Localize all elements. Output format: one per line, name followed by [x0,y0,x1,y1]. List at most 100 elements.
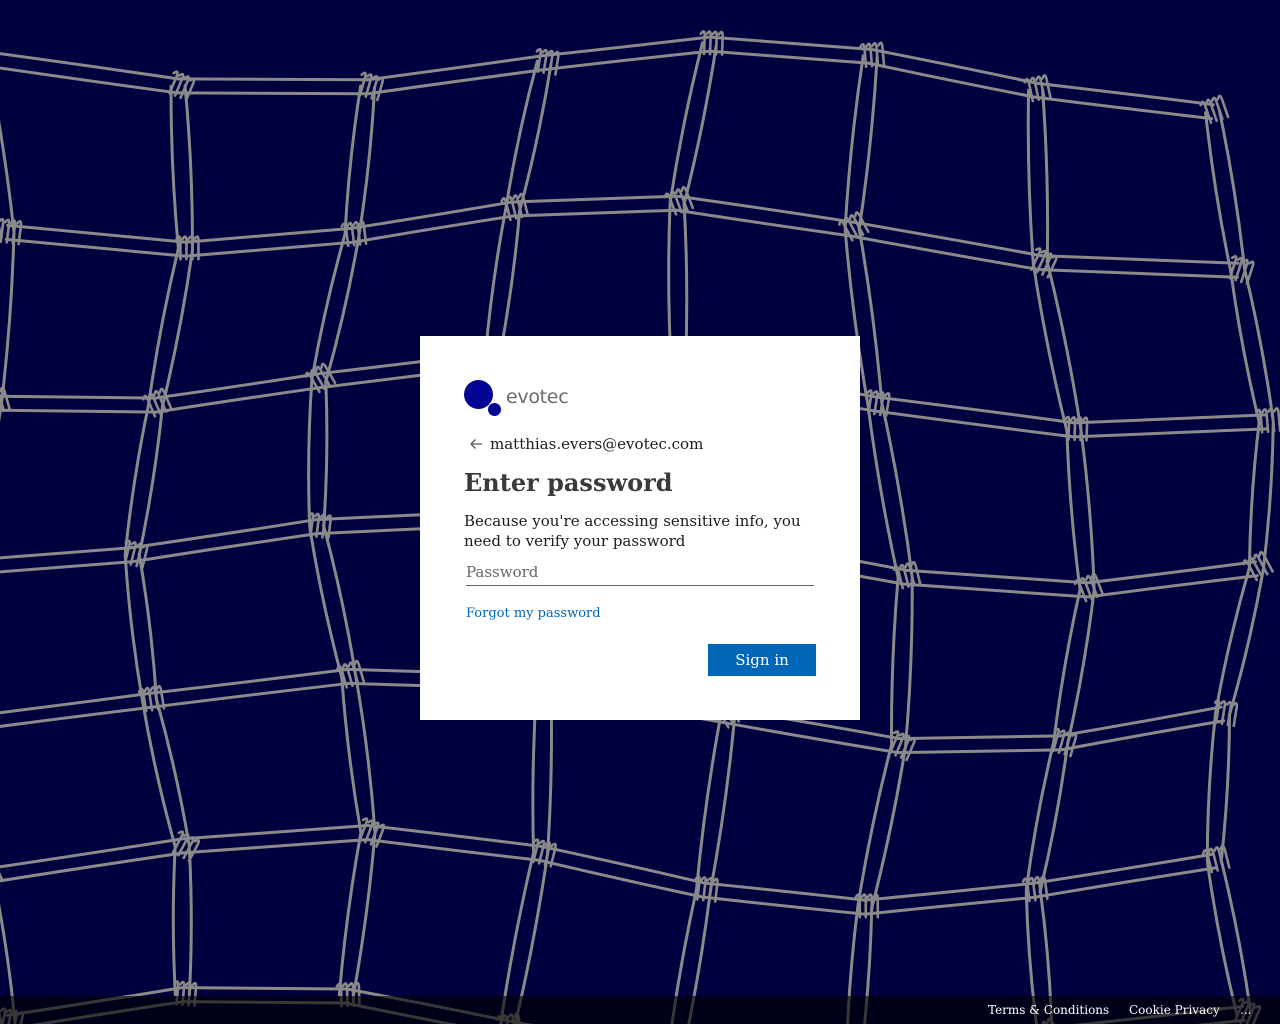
rope-segment [897,748,1063,755]
rope-segment [695,713,723,891]
rope-segment [343,84,363,237]
rope-segment [155,386,322,414]
rope-segment [154,697,191,846]
rope-segment [849,234,1041,272]
rope-segment [365,54,545,82]
rope-segment [0,691,151,715]
rope-segment [1261,420,1275,571]
rope-segment [1066,589,1096,746]
rope-segment [160,248,194,408]
rope-segment [1219,858,1253,1014]
more-options-button[interactable]: ... [1240,1003,1251,1017]
rope-segment [1057,705,1223,738]
rope-segment [708,35,873,51]
company-logo: evotec [464,380,584,416]
rope-segment [1204,111,1233,273]
rope-segment [0,837,183,869]
rope-segment [1030,852,1215,885]
page-title: Enter password [464,468,673,497]
rope-segment [1024,740,1056,891]
rope-segment [148,681,352,709]
rope-segment [123,553,145,703]
rope-segment [310,232,347,381]
rope-knot [1199,94,1230,125]
rope-segment [874,395,1077,425]
rope-segment [725,721,899,755]
rope-segment [702,881,868,902]
rope-segment [187,844,193,997]
rope-segment [322,523,358,677]
description-text: Because you're accessing sensitive info,… [464,512,801,550]
rope-segment [708,715,737,893]
rope-segment [1039,254,1240,265]
rope-segment [176,91,370,96]
rope-segment [1052,587,1082,744]
rope-segment [147,667,350,695]
rope-segment [1247,419,1261,570]
rope-segment [1045,259,1083,430]
rope-segment [1072,413,1268,425]
rope-segment [357,86,377,238]
rope-segment [349,200,514,230]
logo-text: evotec [506,386,569,408]
rope-segment [4,237,187,258]
rope-segment [682,44,718,207]
rope-segment [872,409,1075,439]
forgot-password-link[interactable]: Forgot my password [466,606,601,621]
signin-card: evotec matthias.evers@evotec.com Enter p… [420,336,860,720]
sign-in-button[interactable]: Sign in [708,644,816,676]
rope-segment [6,223,188,244]
rope-segment [1227,568,1265,717]
rope-segment [0,52,181,81]
rope-segment [1205,711,1218,863]
rope-segment [147,246,181,406]
rope-segment [904,568,1090,585]
rope-segment [0,119,16,233]
rope-segment [504,59,539,210]
identity-email: matthias.evers@evotec.com [490,435,704,453]
terms-link[interactable]: Terms & Conditions [988,1003,1109,1017]
rope-segment [171,844,177,997]
rope-segment [870,47,1039,85]
rope-segment [322,379,329,529]
rope-segment [540,845,707,885]
rope-segment [183,84,194,251]
rope-segment [1032,866,1217,899]
rope-segment [511,208,679,218]
rope-segment [183,226,353,244]
rope-segment [137,552,158,702]
rope-segment [863,895,1036,916]
rope-segment [340,675,363,835]
rope-segment [367,68,547,96]
back-arrow-icon[interactable] [464,432,488,456]
rope-segment [676,194,855,224]
password-input[interactable] [466,558,814,586]
rope-segment [1205,860,1239,1017]
rope-segment [0,560,135,574]
rope-segment [890,575,900,747]
rope-segment [668,41,705,204]
rope-segment [701,895,866,916]
logo-dot-small [488,403,501,416]
rope-segment [0,403,3,423]
rope-segment [184,240,355,258]
rope-segment [0,546,134,560]
rope-segment [843,54,865,230]
rope-segment [0,394,158,400]
rope-segment [866,403,900,580]
rope-segment [870,745,907,911]
rope-segment [0,851,185,883]
rope-segment [176,77,370,82]
rope-segment [1038,268,1239,279]
rope-segment [0,66,179,95]
rope-segment [1214,565,1252,714]
rope-segment [1026,88,1035,265]
rope-segment [180,986,348,991]
rope-segment [0,231,16,406]
rope-segment [880,401,914,578]
privacy-link[interactable]: Cookie Privacy [1129,1003,1220,1017]
rope-segment [511,194,679,204]
rope-segment [518,62,553,212]
rope-segment [856,742,894,908]
rope-segment [169,84,180,251]
